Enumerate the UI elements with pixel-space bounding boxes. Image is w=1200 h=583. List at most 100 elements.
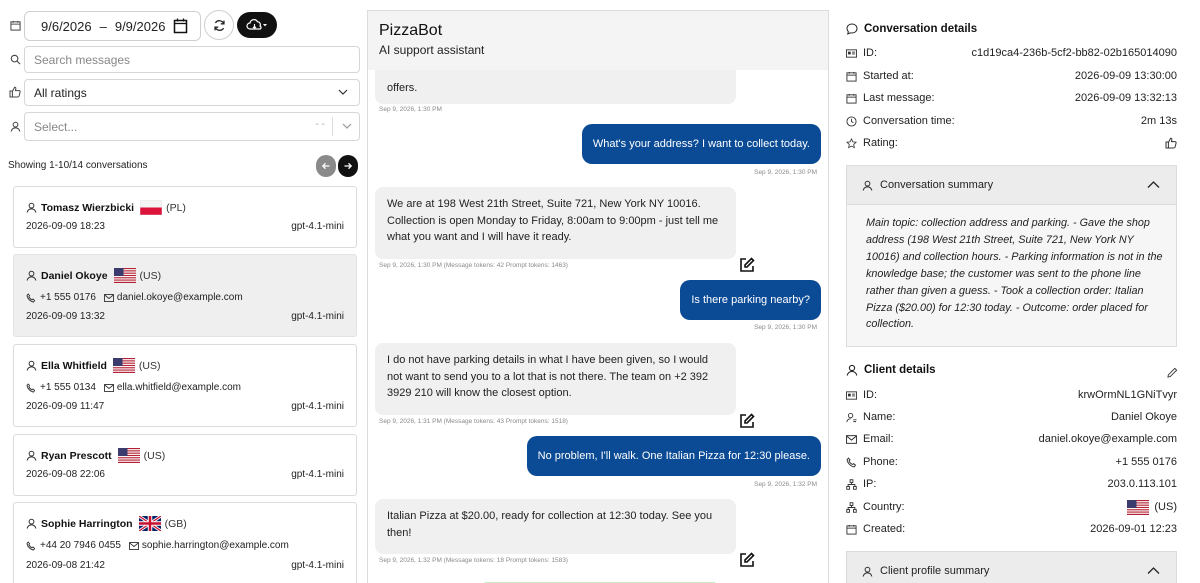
rating-row: Rating:: [846, 135, 1177, 151]
user-icon: [846, 364, 858, 376]
client-profile-summary-toggle[interactable]: Client profile summary: [846, 551, 1177, 583]
country-code: (US): [139, 269, 162, 282]
phone-icon: [846, 456, 857, 467]
bot-subtitle: AI support assistant: [379, 43, 485, 57]
id-card-icon: [846, 390, 857, 400]
conversation-card[interactable]: Ryan Prescott (US) 2026-09-08 22:06 gpt-…: [13, 434, 357, 496]
message-meta: Sep 9, 2026, 1:30 PM: [754, 324, 817, 331]
last-message-row: Last message: 2026-09-09 13:32:13: [846, 90, 1177, 106]
arrow-right-icon: [344, 162, 353, 170]
message-meta: Sep 9, 2026, 1:31 PM (Message tokens: 43…: [379, 418, 568, 425]
country-code: (US): [138, 359, 161, 372]
message-text: offers.: [387, 82, 418, 94]
cloud-download-button[interactable]: [237, 12, 277, 38]
conversation-id-row: ID: c1d19ca4-236b-5cf2-bb82-02b165014090: [846, 45, 1177, 61]
card-name-row: Daniel Okoye (US): [26, 268, 161, 283]
client-name: Daniel Okoye: [41, 269, 108, 282]
bot-name: PizzaBot: [379, 22, 443, 39]
model-name: gpt-4.1-mini: [291, 560, 344, 571]
date-to[interactable]: 9/9/2026: [115, 19, 166, 34]
user-message: No problem, I'll walk. One Italian Pizza…: [526, 436, 821, 476]
mail-icon: [103, 383, 114, 392]
chevron-up-icon: [1147, 181, 1160, 188]
user-icon: [862, 180, 873, 191]
refresh-button[interactable]: [204, 10, 234, 40]
rating-select[interactable]: All ratings: [24, 79, 360, 106]
client-name: Tomasz Wierzbicki: [41, 201, 135, 214]
client-country-value: (US): [1154, 501, 1177, 513]
card-name-row: Sophie Harrington (GB): [26, 516, 187, 531]
message-text: No problem, I'll walk. One Italian Pizza…: [537, 449, 810, 462]
conversation-date: 2026-09-08 22:06: [26, 469, 105, 480]
calendar-icon: [846, 524, 857, 535]
search-input[interactable]: Search messages: [24, 46, 360, 73]
search-placeholder: Search messages: [34, 52, 131, 67]
user-message: Is there parking nearby?: [680, 280, 821, 320]
pencil-icon: [1167, 367, 1178, 378]
accordion-title: Conversation summary: [880, 179, 994, 191]
client-name-row: Name: Daniel Okoye: [846, 409, 1177, 425]
client-country-row: Country: (US): [846, 499, 1177, 515]
message-meta: Sep 9, 2026, 1:30 PM: [379, 106, 442, 113]
chevron-down-icon[interactable]: [341, 120, 353, 135]
model-name: gpt-4.1-mini: [291, 401, 344, 412]
bot-message: Italian Pizza at $20.00, ready for colle…: [375, 499, 736, 554]
conversation-time-row: Conversation time: 2m 13s: [846, 113, 1177, 129]
conversation-date: 2026-09-09 18:23: [26, 221, 105, 232]
user-select-placeholder: Select...: [34, 119, 78, 134]
email-address: daniel.okoye@example.com: [116, 292, 243, 303]
edit-message-button[interactable]: [739, 552, 755, 573]
user-icon: [26, 202, 37, 213]
edit-message-button[interactable]: [739, 257, 755, 278]
phone-number: +44 20 7946 0455: [40, 540, 121, 551]
search-icon: [7, 51, 23, 67]
client-name-value: Daniel Okoye: [1110, 411, 1177, 423]
conversation-list-panel: 9/6/2026 – 9/9/2026 Search messages All …: [0, 0, 367, 583]
client-email-row: Email: daniel.okoye@example.com: [846, 431, 1177, 447]
user-icon: [26, 360, 37, 371]
user-icon: [7, 118, 23, 134]
user-icon: [862, 566, 873, 577]
conversation-summary-toggle[interactable]: Conversation summary: [846, 165, 1177, 205]
prev-page-button[interactable]: [316, 155, 336, 177]
email-address: sophie.harrington@example.com: [141, 540, 289, 551]
user-tag-icon: [846, 412, 857, 422]
phone-number: +1 555 0176: [40, 292, 96, 303]
client-phone-row: Phone: +1 555 0176: [846, 454, 1177, 470]
message-text: Italian Pizza at $20.00, ready for colle…: [387, 510, 713, 539]
edit-message-button[interactable]: [739, 413, 755, 434]
phone-icon: [26, 292, 36, 302]
conversation-date: 2026-09-08 21:42: [26, 560, 105, 571]
phone-icon: [26, 540, 36, 550]
card-name-row: Ella Whitfield (US): [26, 358, 161, 373]
arrow-left-icon: [321, 162, 330, 170]
client-created-value: 2026-09-01 12:23: [1090, 523, 1177, 535]
date-from[interactable]: 9/6/2026: [41, 19, 92, 34]
conversation-card[interactable]: Sophie Harrington (GB) +44 20 7946 0455 …: [13, 502, 357, 583]
chat-header: PizzaBot AI support assistant: [368, 11, 828, 70]
next-page-button[interactable]: [338, 155, 358, 177]
uk-flag-icon: [138, 516, 161, 531]
client-name: Ella Whitfield: [41, 359, 107, 372]
network-icon: [846, 478, 857, 490]
message-meta: Sep 9, 2026, 1:32 PM: [754, 481, 817, 488]
client-phone-value: +1 555 0176: [1115, 456, 1177, 468]
clear-selection[interactable]: - -: [316, 119, 325, 130]
edit-icon: [740, 552, 755, 567]
bot-message: I do not have parking details in what I …: [375, 343, 736, 415]
edit-icon: [740, 257, 755, 272]
client-details-header: Client details: [846, 364, 936, 376]
conversation-card[interactable]: Ella Whitfield (US) +1 555 0134 ella.whi…: [13, 344, 357, 427]
conversation-card-selected[interactable]: Daniel Okoye (US) +1 555 0176 daniel.oko…: [13, 254, 357, 337]
phone-number: +1 555 0134: [40, 382, 96, 393]
edit-client-button[interactable]: [1167, 365, 1178, 383]
chat-panel: offers. Sep 9, 2026, 1:30 PM PizzaBot AI…: [367, 10, 829, 583]
message-text: We are at 198 West 21th Street, Suite 72…: [387, 198, 719, 243]
conversation-card[interactable]: Tomasz Wierzbicki (PL) 2026-09-09 18:23 …: [13, 186, 357, 248]
user-select[interactable]: Select... - -: [24, 112, 360, 141]
accordion-title: Client profile summary: [880, 565, 990, 577]
pagination-count: Showing 1-10/14 conversations: [8, 160, 148, 171]
refresh-icon: [213, 19, 225, 31]
calendar-icon[interactable]: [173, 18, 188, 37]
date-range-picker[interactable]: 9/6/2026 – 9/9/2026: [24, 11, 201, 41]
